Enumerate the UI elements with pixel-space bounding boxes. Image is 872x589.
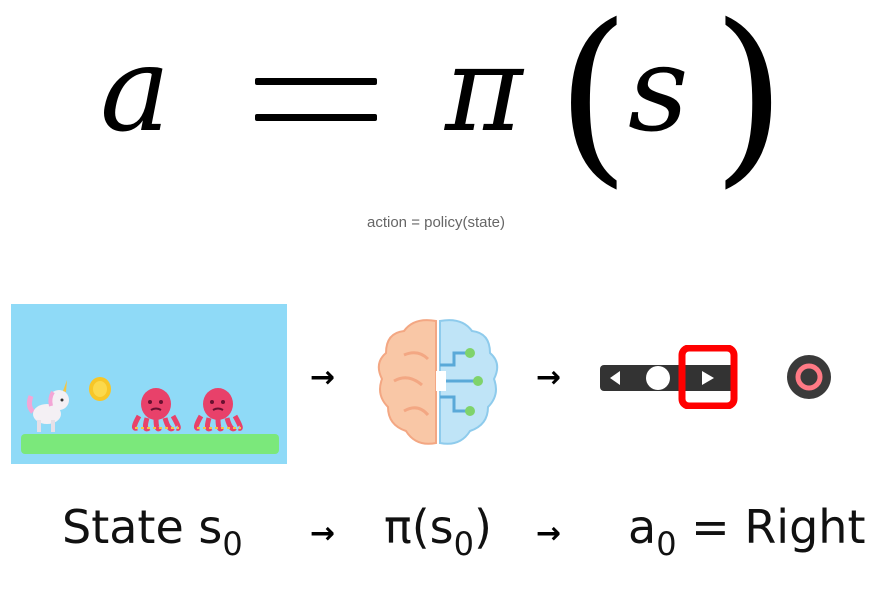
- policy-formula: a π ( s ): [0, 0, 872, 210]
- policy-subscript: 0: [453, 525, 474, 563]
- formula-close-paren: ): [712, 0, 787, 205]
- record-button-icon: [787, 355, 831, 399]
- formula-state-symbol: s: [628, 20, 689, 158]
- controller-icon: [600, 345, 738, 409]
- state-label: State s0: [62, 500, 243, 563]
- coin-icon: [89, 377, 111, 401]
- brain-icon: [377, 319, 499, 445]
- ground-platform: [21, 434, 279, 454]
- action-label: a0 = Right: [628, 500, 866, 563]
- unicorn-icon: [26, 380, 69, 432]
- formula-action-symbol: a: [100, 20, 171, 158]
- action-subscript: 0: [656, 525, 677, 563]
- formula-policy-symbol: π: [445, 20, 523, 158]
- state-subscript: 0: [222, 525, 243, 563]
- flow-arrow: →: [536, 516, 562, 551]
- octopus-icon: [131, 388, 181, 432]
- flow-arrow: →: [310, 360, 336, 395]
- octopus-icon: [193, 388, 243, 432]
- formula-equals-sign: [255, 78, 377, 122]
- flow-arrow: →: [310, 516, 336, 551]
- game-state-scene: [11, 304, 287, 464]
- policy-label: π(s0): [384, 500, 492, 563]
- formula-caption: action = policy(state): [367, 214, 505, 231]
- flow-arrow: →: [536, 360, 562, 395]
- formula-open-paren: (: [556, 0, 631, 205]
